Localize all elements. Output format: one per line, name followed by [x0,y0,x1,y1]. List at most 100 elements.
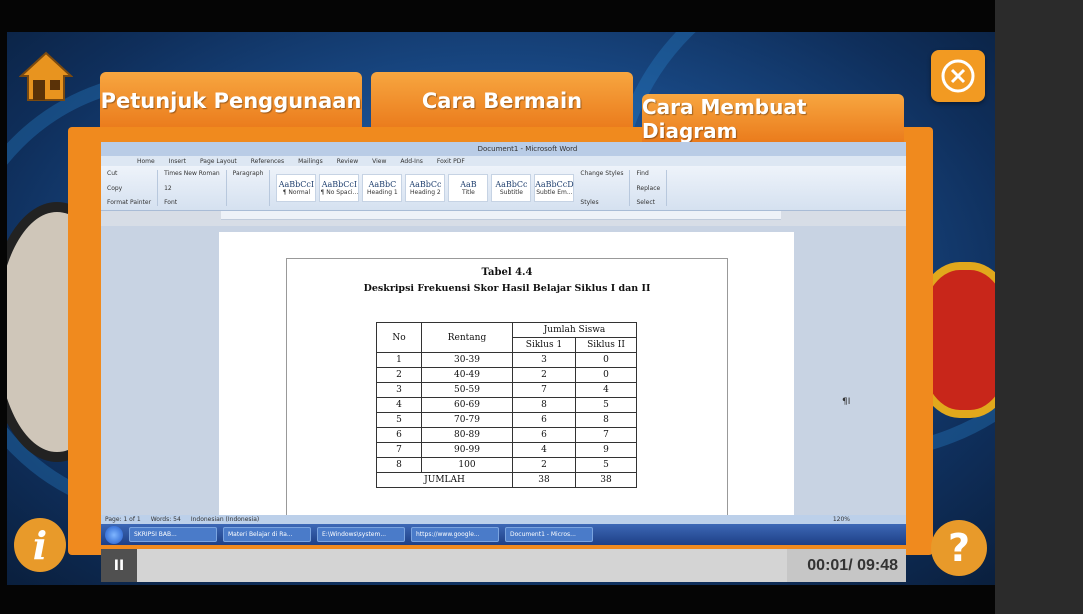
windows-taskbar: SKRIPSI BAB... Materi Belajar di Ra... E… [101,524,906,545]
total-siklus-1: 38 [512,472,576,488]
font-size: 12 [164,184,172,192]
font-name: Times New Roman [164,170,220,177]
cell-siklus-2: 7 [575,427,637,443]
status-words: Words: 54 [150,516,181,523]
cell-rentang: 30-39 [421,352,513,368]
table-total-row: JUMLAH 38 38 [376,472,637,488]
menu-page-layout: Page Layout [199,157,237,165]
cell-siklus-1: 4 [512,442,576,458]
taskbar-item: Document1 - Micros... [505,527,593,542]
cell-siklus-1: 2 [512,457,576,473]
table-row: 5 70-79 6 8 [376,412,637,428]
menu-add-ins: Add-Ins [400,157,423,165]
video-controls: II 00:01/ 09:48 [101,549,906,582]
text-cursor-icon: ¶I [842,397,851,407]
cell-siklus-1: 8 [512,397,576,413]
ruler [221,211,781,220]
style-name: ¶ Normal [282,189,311,196]
style-sample: AaBbCcI [278,180,315,189]
cell-siklus-2: 8 [575,412,637,428]
table-title: Tabel 4.4 [481,267,533,278]
style-heading-2: AaBbCc Heading 2 [405,174,446,202]
status-language: Indonesian (Indonesia) [190,516,260,523]
tab-cara-bermain[interactable]: Cara Bermain [371,72,633,130]
style-subtitle: AaBbCc Subtitle [491,174,532,202]
menu-view: View [372,157,387,165]
style-sample: AaBbCc [409,180,442,189]
status-page: Page: 1 of 1 [105,516,141,523]
header-siklus-2: Siklus II [575,337,637,353]
cell-siklus-2: 5 [575,397,637,413]
cell-siklus-1: 3 [512,352,576,368]
style-name: ¶ No Spaci... [320,189,359,196]
menu-insert: Insert [168,157,186,165]
table-row: 4 60-69 8 5 [376,397,637,413]
total-label: JUMLAH [376,472,513,488]
progress-bar[interactable] [137,549,787,582]
find-label: Find [636,170,649,177]
font-group-label: Font [164,199,178,206]
table-row: 6 80-89 6 7 [376,427,637,443]
clipboard-group: Cut Copy Format Painter [107,170,159,206]
cell-no: 4 [376,397,422,413]
table-row: 8 100 2 5 [376,457,637,473]
close-button[interactable] [931,50,985,102]
editing-group: Find Replace Select [636,170,668,206]
style-title: AaB Title [448,174,489,202]
replace-label: Replace [636,184,661,192]
menu-references: References [250,157,285,165]
cell-rentang: 60-69 [421,397,513,413]
style-subtle-emphasis: AaBbCcD Subtle Em... [534,174,575,202]
style-sample: AaBbCc [495,180,528,189]
copy-label: Copy [107,184,123,192]
tab-cara-membuat-diagram[interactable]: Cara Membuat Diagram [642,94,904,144]
select-label: Select [636,199,655,206]
style-no-spacing: AaBbCcI ¶ No Spaci... [319,174,360,202]
header-no: No [376,322,422,353]
cell-no: 3 [376,382,422,398]
taskbar-item: Materi Belajar di Ra... [223,527,311,542]
style-sample: AaB [460,180,477,189]
cell-rentang: 70-79 [421,412,513,428]
cell-siklus-2: 9 [575,442,637,458]
cell-siklus-1: 7 [512,382,576,398]
document-page: Tabel 4.4 Deskripsi Frekuensi Skor Hasil… [219,232,850,519]
help-button[interactable]: ? [931,520,987,576]
total-siklus-2: 38 [575,472,637,488]
start-icon [105,525,123,544]
styles-gallery: AaBbCcI ¶ Normal AaBbCcI ¶ No Spaci... AaB… [276,174,575,202]
cell-siklus-1: 6 [512,412,576,428]
word-ribbon: Cut Copy Format Painter Times New Roman … [101,166,906,211]
info-button[interactable]: i [14,518,66,572]
pause-button[interactable]: II [101,549,137,582]
cell-no: 6 [376,427,422,443]
game-screen: Petunjuk Penggunaan Cara Bermain Cara Me… [0,0,995,614]
taskbar-item: E:\Windows\system... [317,527,405,542]
menu-home: Home [137,157,155,165]
tutorial-video[interactable]: Document1 - Microsoft Word Home Insert P… [101,142,906,545]
style-name: Subtle Em... [536,189,573,196]
home-button[interactable] [18,48,74,104]
table-row: 1 30-39 3 0 [376,352,637,368]
header-jumlah-siswa: Jumlah Siswa [512,322,637,338]
cell-rentang: 40-49 [421,367,513,383]
style-sample: AaBbC [368,180,397,189]
home-icon [19,51,73,101]
menu-review: Review [336,157,359,165]
table-subtitle: Deskripsi Frekuensi Skor Hasil Belajar S… [363,283,651,294]
word-status-bar: Page: 1 of 1 Words: 54 Indonesian (Indon… [101,515,906,524]
cell-no: 1 [376,352,422,368]
tab-petunjuk-penggunaan[interactable]: Petunjuk Penggunaan [100,72,362,130]
page-border: Tabel 4.4 Deskripsi Frekuensi Skor Hasil… [286,258,850,519]
frequency-table: No Rentang Jumlah Siswa Siklus 1 Siklus … [376,322,637,488]
table-row: 7 90-99 4 9 [376,442,637,458]
paragraph-group: Paragraph [233,170,271,206]
style-name: Heading 1 [367,189,398,196]
word-menu-bar: Home Insert Page Layout References Maili… [101,156,906,166]
change-styles-label: Change Styles [580,170,624,177]
header-siklus-1: Siklus 1 [512,337,576,353]
change-styles-group: Change Styles Styles [580,170,631,206]
style-heading-1: AaBbC Heading 1 [362,174,403,202]
style-name: Subtitle [499,189,523,196]
style-normal: AaBbCcI ¶ Normal [276,174,317,202]
